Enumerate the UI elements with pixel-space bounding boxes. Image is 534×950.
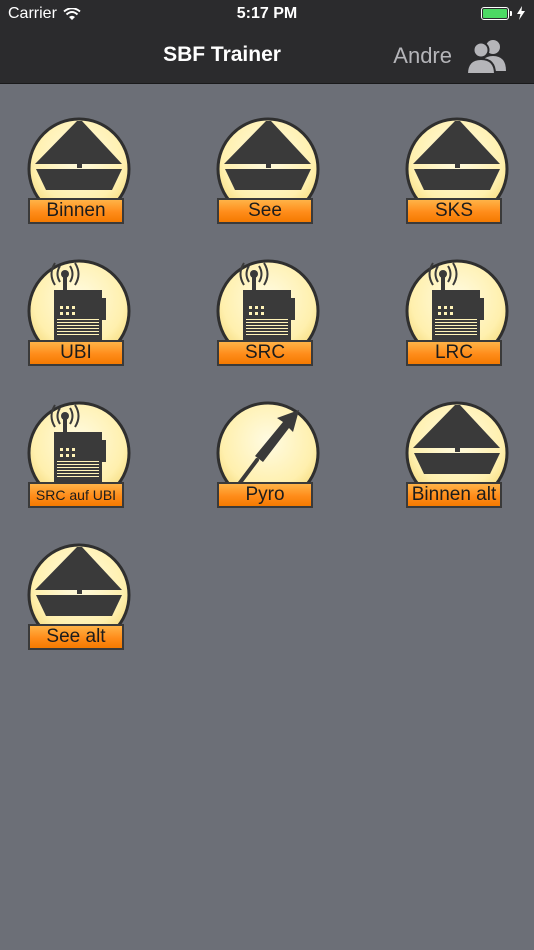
status-time: 5:17 PM [236, 5, 298, 22]
users-icon [466, 40, 506, 75]
navigation-bar: SBF Trainer Andre [0, 30, 534, 84]
battery-icon [481, 6, 512, 20]
tile-label: SRC [217, 340, 313, 366]
tile-sks[interactable]: SKS [402, 116, 512, 228]
tile-label: UBI [28, 340, 124, 366]
charging-bolt-icon [517, 6, 525, 20]
tile-ubi[interactable]: UBI [24, 258, 134, 370]
status-bar: Carrier 5:17 PM [0, 0, 534, 30]
tile-src-auf-ubi[interactable]: SRC auf UBI [24, 400, 134, 512]
page-title: SBF Trainer [163, 43, 281, 66]
tile-label: SKS [406, 198, 502, 224]
tile-lrc[interactable]: LRC [402, 258, 512, 370]
tile-binnen[interactable]: Binnen [24, 116, 134, 228]
user-name: Andre [393, 43, 452, 68]
tile-label: Pyro [217, 482, 313, 508]
tile-binnen-alt[interactable]: Binnen alt [402, 400, 512, 512]
user-switch-button[interactable]: Andre [393, 37, 508, 75]
tile-src[interactable]: SRC [213, 258, 323, 370]
tile-label: See alt [28, 624, 124, 650]
tile-see-alt[interactable]: See alt [24, 542, 134, 654]
battery-indicator [481, 6, 526, 20]
tile-label: Binnen alt [406, 482, 502, 508]
tile-label: See [217, 198, 313, 224]
tile-label: LRC [406, 340, 502, 366]
tile-label: Binnen [28, 198, 124, 224]
tile-label: SRC auf UBI [28, 482, 124, 508]
tile-see[interactable]: See [213, 116, 323, 228]
tile-pyro[interactable]: Pyro [213, 400, 323, 512]
